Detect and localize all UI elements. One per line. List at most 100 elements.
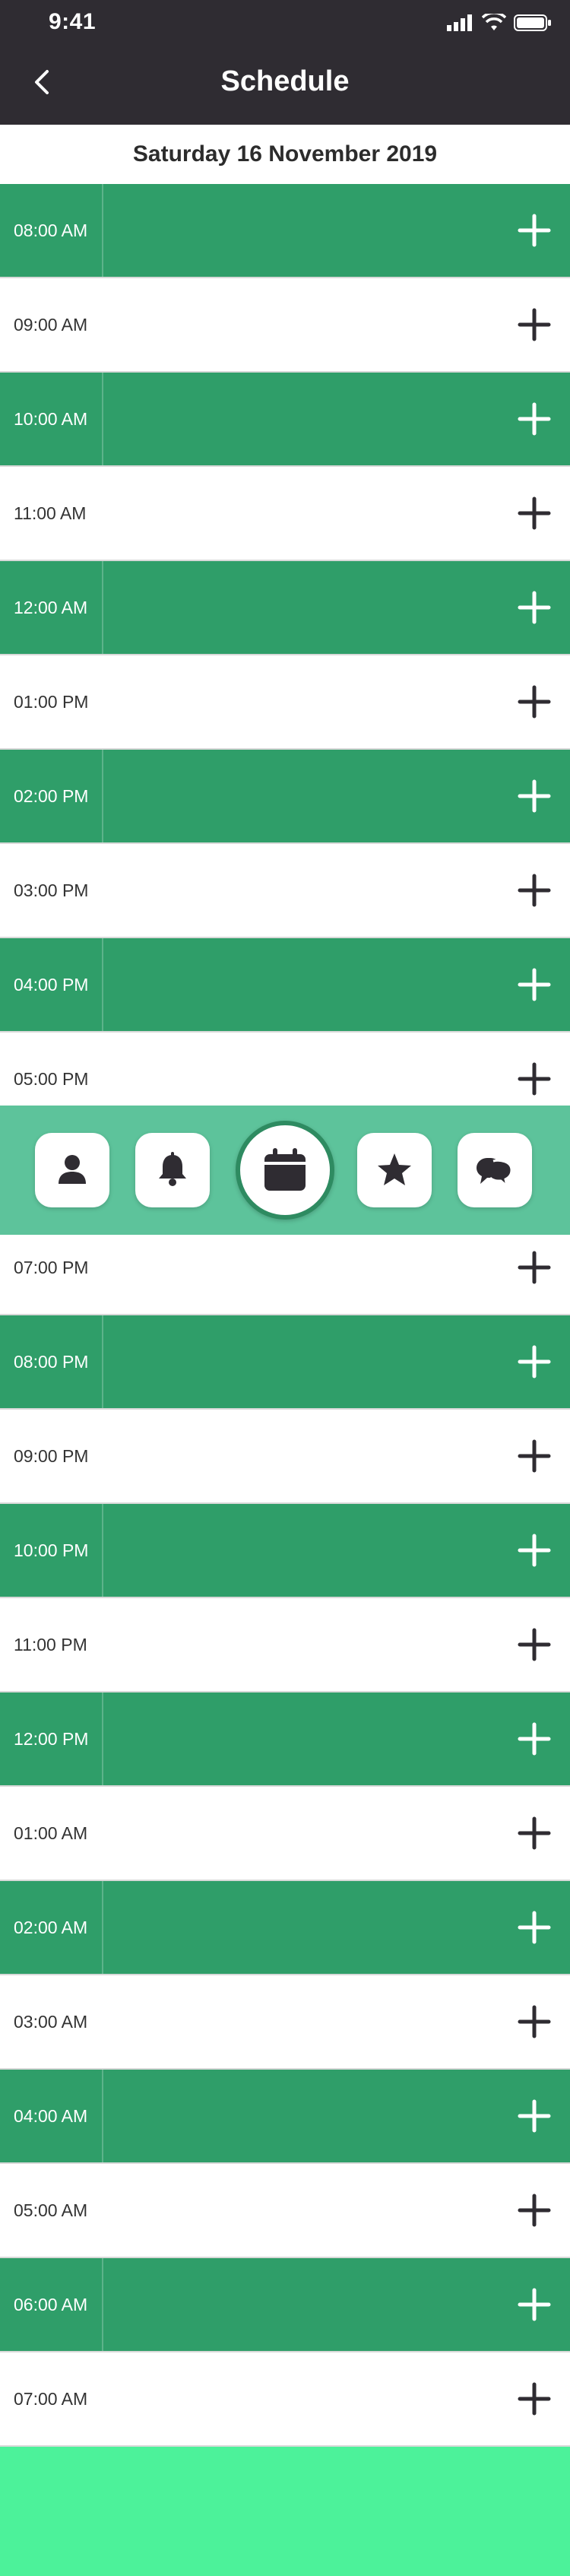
schedule-row: 02:00 PM [0,750,570,844]
add-event-button[interactable] [517,1439,552,1474]
app-header: 9:41 Schedule [0,0,570,125]
plus-icon [518,2099,551,2133]
battery-icon [514,14,551,31]
schedule-row: 07:00 PM [0,1221,570,1315]
status-icons [447,14,552,32]
bottom-nav [0,1106,570,1235]
plus-icon [518,591,551,624]
nav-calendar-button[interactable] [236,1121,334,1220]
plus-icon [518,968,551,1001]
add-event-button[interactable] [517,967,552,1002]
schedule-row: 04:00 AM [0,2070,570,2164]
row-time-label: 03:00 PM [14,880,89,900]
schedule-row: 07:00 AM [0,2352,570,2447]
add-event-button[interactable] [517,2099,552,2133]
add-event-button[interactable] [517,2004,552,2039]
add-event-button[interactable] [517,1344,552,1379]
footer-area [0,2447,570,2576]
row-time-label: 09:00 AM [14,314,88,335]
row-divider [102,373,103,465]
add-event-button[interactable] [517,684,552,719]
schedule-row: 10:00 AM [0,373,570,467]
status-time: 9:41 [49,9,97,34]
add-event-button[interactable] [517,1721,552,1756]
schedule-row: 01:00 AM [0,1787,570,1881]
plus-icon [518,2194,551,2227]
row-time-label: 02:00 AM [14,1917,88,1937]
schedule-row: 08:00 PM [0,1315,570,1410]
add-event-button[interactable] [517,590,552,625]
plus-icon [518,1722,551,1756]
add-event-button[interactable] [517,2193,552,2228]
plus-icon [518,1345,551,1378]
schedule-row: 09:00 AM [0,278,570,373]
add-event-button[interactable] [517,496,552,531]
row-time-label: 08:00 PM [14,1351,89,1372]
add-event-button[interactable] [517,1910,552,1945]
row-time-label: 01:00 AM [14,1823,88,1843]
row-time-label: 04:00 AM [14,2105,88,2126]
schedule-row: 05:00 AM [0,2164,570,2258]
add-event-button[interactable] [517,1816,552,1851]
plus-icon [518,2288,551,2321]
add-event-button[interactable] [517,2287,552,2322]
row-time-label: 04:00 PM [14,974,89,995]
plus-icon [518,2005,551,2038]
row-time-label: 12:00 AM [14,597,88,617]
user-icon [59,1155,86,1184]
row-time-label: 07:00 AM [14,2388,88,2409]
page-title: Schedule [220,65,350,97]
add-event-button[interactable] [517,1533,552,1568]
add-event-button[interactable] [517,1250,552,1285]
add-event-button[interactable] [517,1627,552,1662]
schedule-row: 08:00 AM [0,184,570,278]
schedule-row: 12:00 AM [0,561,570,655]
row-time-label: 01:00 PM [14,691,89,712]
row-time-label: 11:00 PM [14,1634,87,1654]
row-time-label: 05:00 AM [14,2200,88,2220]
signal-icon [447,14,472,31]
row-divider [102,938,103,1031]
star-icon [378,1153,411,1185]
add-event-button[interactable] [517,307,552,342]
nav-messages-button[interactable] [458,1133,532,1207]
plus-icon [518,1439,551,1473]
plus-icon [518,214,551,247]
schedule-row: 03:00 AM [0,1975,570,2070]
schedule-list: 08:00 AM 09:00 AM 10:00 AM 11:00 AM 12:00 AM… [0,184,570,2447]
add-event-button[interactable] [517,1061,552,1096]
plus-icon [518,1816,551,1850]
row-divider [102,1692,103,1785]
row-time-label: 07:00 PM [14,1257,89,1277]
add-event-button[interactable] [517,213,552,248]
nav-favorites-button[interactable] [357,1133,432,1207]
plus-icon [518,402,551,436]
schedule-row: 12:00 PM [0,1692,570,1787]
row-time-label: 09:00 PM [14,1445,89,1466]
plus-icon [518,1911,551,1944]
row-time-label: 10:00 PM [14,1540,89,1560]
schedule-row: 01:00 PM [0,655,570,750]
add-event-button[interactable] [517,401,552,436]
add-event-button[interactable] [517,779,552,814]
row-time-label: 08:00 AM [14,220,88,240]
schedule-row: 10:00 PM [0,1504,570,1598]
schedule-row: 03:00 PM [0,844,570,938]
add-event-button[interactable] [517,2381,552,2416]
row-divider [102,1881,103,1974]
wifi-icon [482,14,506,30]
plus-icon [518,685,551,719]
row-divider [102,2070,103,2162]
schedule-row: 11:00 PM [0,1598,570,1692]
nav-notifications-button[interactable] [135,1133,210,1207]
row-divider [102,184,103,277]
nav-profile-button[interactable] [35,1133,109,1207]
add-event-button[interactable] [517,873,552,908]
schedule-row: 04:00 PM [0,938,570,1033]
row-time-label: 10:00 AM [14,408,88,429]
schedule-row: 06:00 AM [0,2258,570,2352]
chat-icon [477,1158,513,1190]
row-divider [102,2258,103,2351]
row-divider [102,750,103,842]
plus-icon [518,2382,551,2416]
